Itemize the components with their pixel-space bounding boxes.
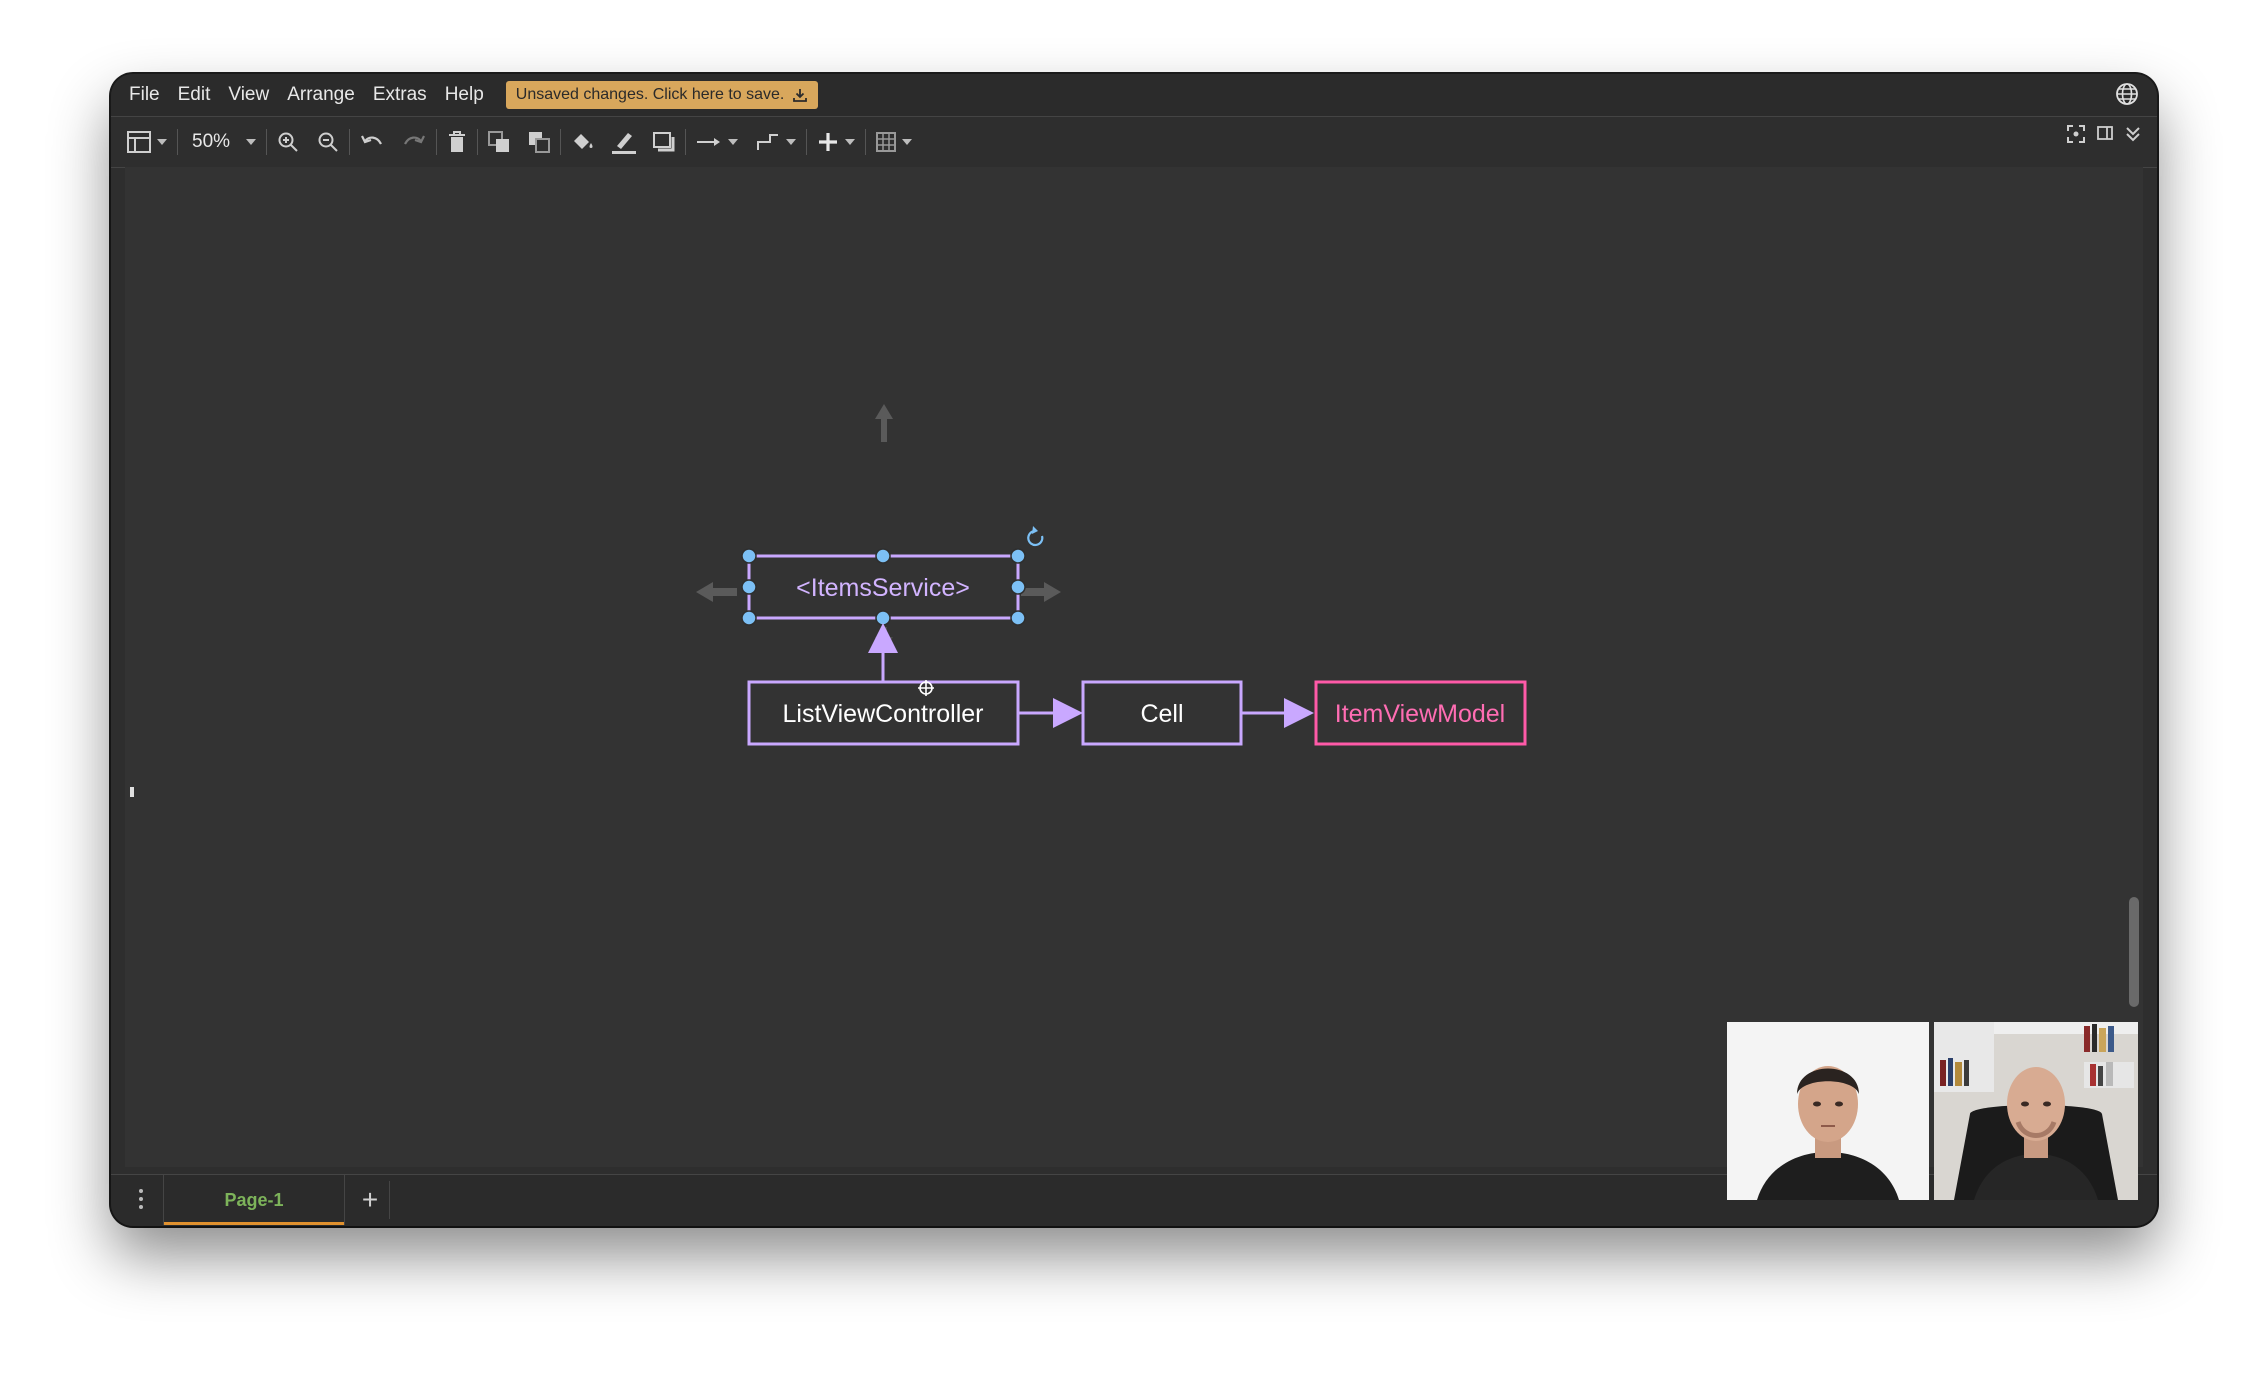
list-view-controller-label: ListViewController: [782, 700, 983, 728]
diagram-canvas[interactable]: <ItemsService> ListViewController Cell I…: [125, 167, 2143, 1167]
toolbar: 50%: [111, 116, 2157, 168]
zoom-out-icon: [318, 132, 338, 152]
chevron-down-icon: [246, 139, 257, 145]
chevron-down-icon: [786, 139, 797, 145]
menu-edit[interactable]: Edit: [178, 84, 211, 106]
to-front-button[interactable]: [488, 125, 510, 159]
fill-color-button[interactable]: [571, 125, 595, 159]
item-view-model-label: ItemViewModel: [1335, 700, 1505, 728]
chevron-down-icon: [157, 139, 167, 145]
shadow-button[interactable]: [653, 125, 675, 159]
chevron-down-icon: [902, 139, 913, 145]
to-back-button[interactable]: [528, 125, 551, 159]
fullscreen-icon[interactable]: [2067, 125, 2085, 143]
collapse-icon[interactable]: [2125, 125, 2141, 143]
redo-button[interactable]: [402, 125, 426, 159]
undo-button[interactable]: [360, 125, 384, 159]
menu-extras[interactable]: Extras: [373, 84, 427, 106]
arrow-right-icon: [697, 138, 721, 146]
waypoints-button[interactable]: [756, 125, 797, 159]
line-color-button[interactable]: [611, 125, 637, 159]
toolbar-divider: [266, 129, 268, 155]
toolbar-divider: [685, 129, 687, 155]
toolbar-divider: [436, 129, 438, 155]
diagram: <ItemsService> ListViewController Cell I…: [696, 404, 1527, 746]
insert-button[interactable]: [817, 125, 856, 159]
globe-icon[interactable]: [2115, 82, 2139, 106]
plus-icon: [819, 133, 838, 151]
zoom-in-icon: [278, 132, 298, 152]
hover-arrow-left-icon[interactable]: [696, 582, 737, 602]
vertical-scrollbar[interactable]: [2129, 897, 2139, 1007]
table-button[interactable]: [876, 125, 913, 159]
person-image: [1934, 1022, 2138, 1200]
hover-arrow-right-icon[interactable]: [1021, 582, 1061, 602]
chevron-down-icon: [845, 139, 856, 145]
toolbar-divider: [177, 129, 178, 155]
hover-arrow-up-icon[interactable]: [875, 404, 893, 442]
toolbar-divider: [349, 129, 351, 155]
format-panel-toggle[interactable]: [127, 125, 167, 159]
zoom-select[interactable]: 50%: [188, 125, 257, 159]
rotate-icon[interactable]: [1027, 526, 1044, 547]
chevron-down-icon: [728, 139, 739, 145]
waypoint-icon: [757, 134, 779, 150]
add-page-label: +: [361, 1184, 379, 1215]
shadow-icon: [653, 132, 675, 152]
to-back-icon: [529, 132, 551, 153]
tab-page-1[interactable]: Page-1: [163, 1175, 345, 1225]
pencil-icon: [612, 133, 637, 154]
cell-label: Cell: [1140, 700, 1183, 728]
redo-icon: [404, 135, 426, 145]
zoom-in-button[interactable]: [277, 125, 299, 159]
unsaved-changes-label: Unsaved changes. Click here to save.: [515, 86, 785, 103]
format-panel-icon[interactable]: [2097, 125, 2113, 141]
add-page-button[interactable]: +: [351, 1181, 390, 1219]
toolbar-divider: [477, 129, 479, 155]
pages-menu-icon[interactable]: [139, 1189, 145, 1213]
menu-arrange[interactable]: Arrange: [287, 84, 355, 106]
toolbar-divider: [560, 129, 562, 155]
page-tab-label: Page-1: [224, 1189, 284, 1210]
webcam-video-1: [1727, 1022, 1929, 1200]
person-image: [1727, 1022, 1929, 1200]
connection-style-button[interactable]: [696, 125, 739, 159]
layout-panel-icon: [127, 131, 151, 153]
to-front-icon: [488, 131, 510, 152]
menu-help[interactable]: Help: [445, 84, 484, 106]
menu-view[interactable]: View: [228, 84, 269, 106]
toolbar-divider: [865, 129, 867, 155]
items-service-label: <ItemsService>: [796, 574, 970, 602]
unsaved-changes-button[interactable]: Unsaved changes. Click here to save.: [505, 81, 819, 109]
toolbar-right-group: [2067, 125, 2141, 143]
zoom-value: 50%: [192, 131, 231, 152]
undo-icon: [361, 135, 383, 145]
zoom-out-button[interactable]: [317, 125, 339, 159]
download-icon: [793, 89, 808, 102]
table-icon: [876, 132, 897, 152]
menu-file[interactable]: File: [129, 84, 160, 106]
trash-icon: [449, 131, 466, 152]
menubar: File Edit View Arrange Extras Help Unsav…: [111, 74, 2157, 116]
webcam-video-2: [1934, 1022, 2138, 1200]
toolbar-divider: [806, 129, 808, 155]
delete-button[interactable]: [447, 125, 467, 159]
paint-bucket-icon: [574, 134, 593, 149]
